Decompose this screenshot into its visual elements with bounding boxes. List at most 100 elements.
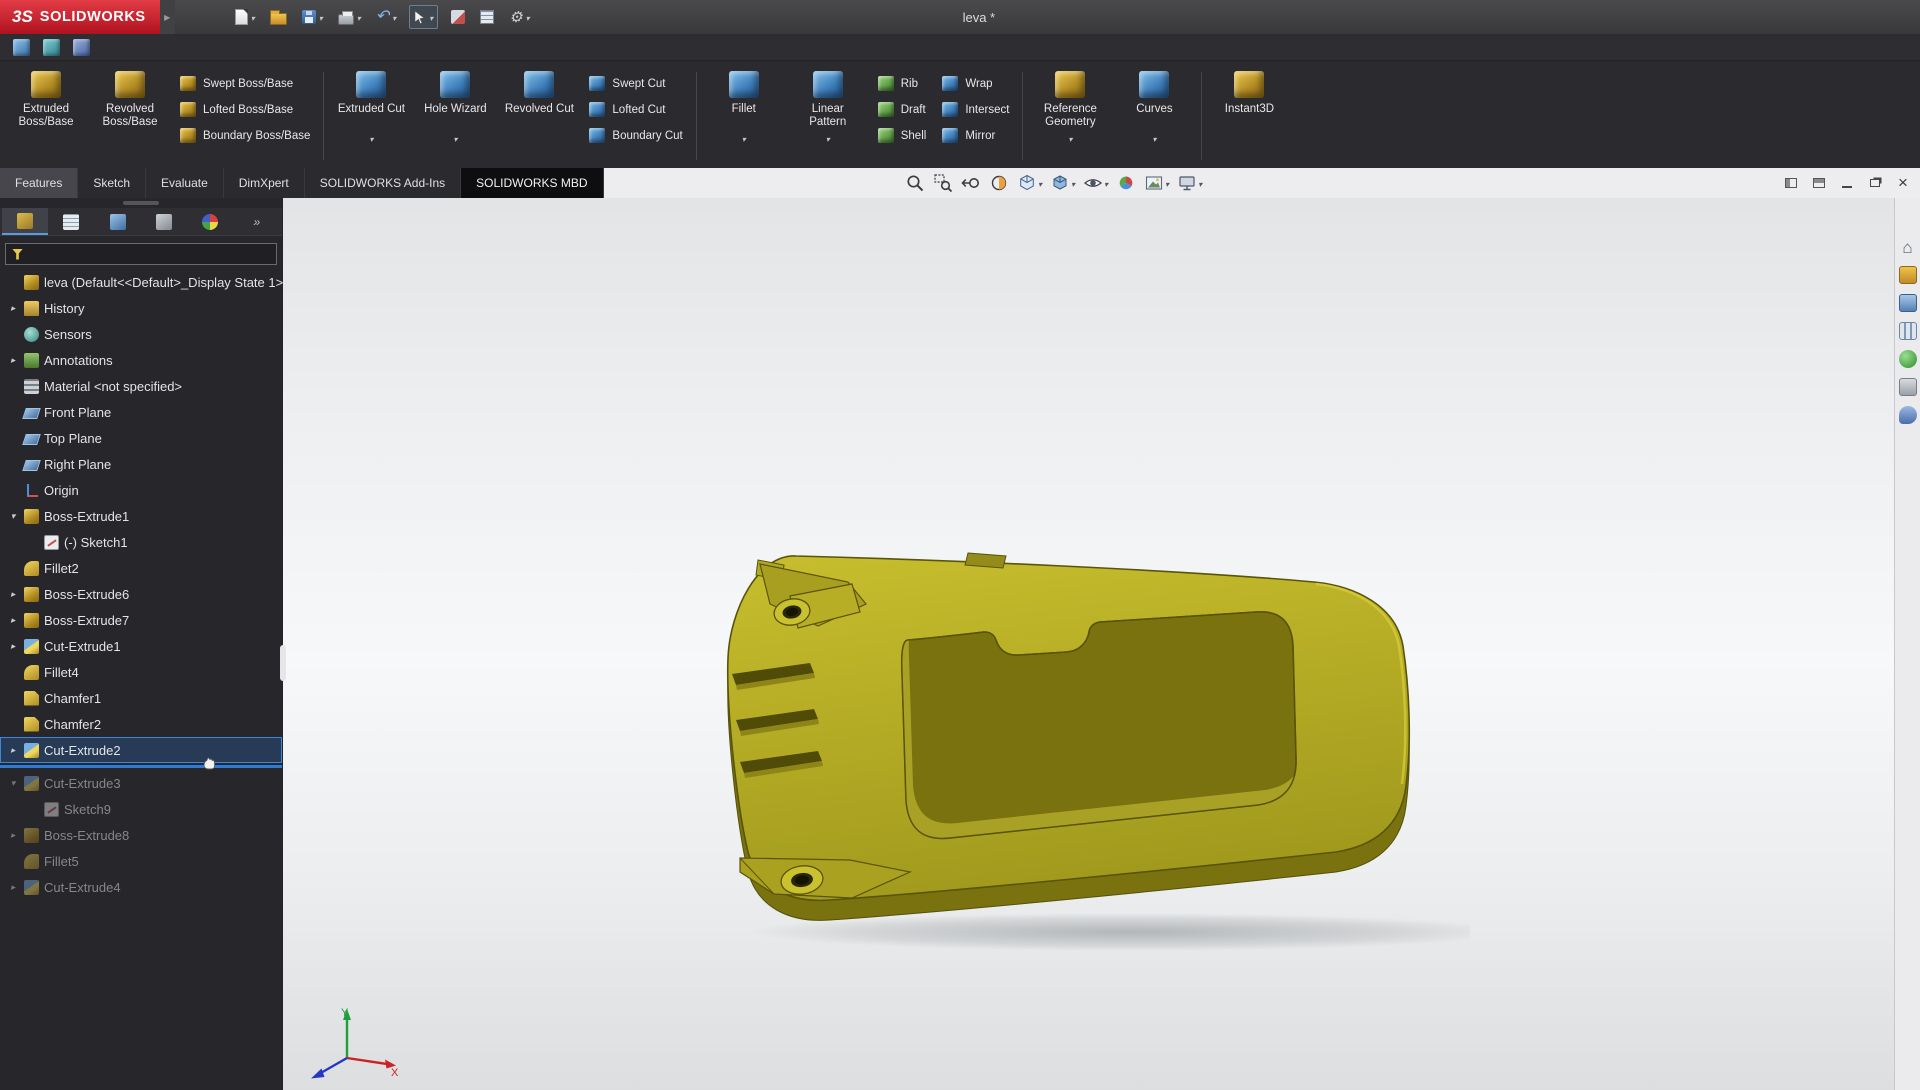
tree-item-boss-extrude6[interactable]: Boss-Extrude6 <box>0 581 282 607</box>
tab-sketch[interactable]: Sketch <box>78 168 147 198</box>
expand-arrow[interactable] <box>7 778 19 789</box>
save-button[interactable] <box>300 5 325 29</box>
hole-wizard-button[interactable]: Hole Wizard <box>413 64 497 168</box>
open-button[interactable] <box>268 5 289 29</box>
tree-item-boss-extrude8[interactable]: Boss-Extrude8 <box>0 822 282 848</box>
chevron-down-icon[interactable] <box>826 129 830 139</box>
tree-item-chamfer1[interactable]: Chamfer1 <box>0 685 282 711</box>
tree-item-boss-extrude1[interactable]: Boss-Extrude1 <box>0 503 282 529</box>
tree-item-origin[interactable]: Origin <box>0 477 282 503</box>
tree-filter-input[interactable] <box>5 243 277 265</box>
tree-item-right-plane[interactable]: Right Plane <box>0 451 282 477</box>
view-orientation-button[interactable] <box>1017 173 1042 193</box>
design-table-button[interactable] <box>478 5 496 29</box>
revolved-cut-button[interactable]: Revolved Cut <box>497 64 581 168</box>
tab-property-manager[interactable] <box>48 208 94 235</box>
tree-item-chamfer2[interactable]: Chamfer2 <box>0 711 282 737</box>
expand-arrow[interactable] <box>7 303 19 314</box>
swept-boss-base-button[interactable]: Swept Boss/Base <box>180 72 310 95</box>
swept-cut-button[interactable]: Swept Cut <box>589 72 682 95</box>
expand-arrow[interactable] <box>7 615 19 626</box>
wrap-button[interactable]: Wrap <box>942 72 1009 95</box>
shell-button[interactable]: Shell <box>877 124 926 147</box>
expand-arrow[interactable] <box>7 745 19 756</box>
chevron-down-icon[interactable] <box>1068 129 1072 139</box>
tree-item-cut-extrude2[interactable]: Cut-Extrude2 <box>0 737 282 763</box>
chevron-down-icon[interactable] <box>453 129 457 139</box>
panel-resize-grip[interactable] <box>123 201 159 205</box>
custom-properties-icon[interactable] <box>1898 378 1917 396</box>
tree-item-material[interactable]: Material <not specified> <box>0 373 282 399</box>
graphics-viewport[interactable]: Y X <box>283 198 1894 1090</box>
panel-splitter-handle[interactable] <box>280 645 286 681</box>
print-button[interactable] <box>336 5 363 29</box>
lofted-boss-base-button[interactable]: Lofted Boss/Base <box>180 98 310 121</box>
design-library-icon[interactable] <box>1898 266 1917 284</box>
solidworks-forum-icon[interactable] <box>1898 406 1917 424</box>
menu-expand-icon[interactable] <box>159 0 175 34</box>
undo-button[interactable] <box>374 5 398 29</box>
tab-dimxpert[interactable]: DimXpert <box>224 168 305 198</box>
tab-features[interactable]: Features <box>0 168 79 198</box>
expand-arrow[interactable] <box>7 355 19 366</box>
instant3d-button[interactable]: Instant3D <box>1207 64 1291 168</box>
view-palette-icon[interactable] <box>1898 322 1917 340</box>
chevron-down-icon[interactable] <box>1038 174 1042 192</box>
file-explorer-icon[interactable] <box>1898 294 1917 312</box>
chevron-down-icon[interactable] <box>1071 174 1075 192</box>
collapse-pane-button[interactable] <box>1782 174 1800 192</box>
quick-toolbar-icon-3[interactable] <box>73 38 90 56</box>
file-properties-button[interactable] <box>449 5 467 29</box>
rib-button[interactable]: Rib <box>877 72 927 95</box>
hide-show-items-button[interactable] <box>1083 173 1108 193</box>
linear-pattern-button[interactable]: Linear Pattern <box>786 64 870 168</box>
rollback-bar[interactable] <box>0 757 282 770</box>
extruded-cut-button[interactable]: Extruded Cut <box>329 64 413 168</box>
tree-item-sketch9[interactable]: Sketch9 <box>0 796 282 822</box>
boundary-boss-base-button[interactable]: Boundary Boss/Base <box>180 124 310 147</box>
chevron-down-icon[interactable] <box>1165 174 1169 192</box>
tab-evaluate[interactable]: Evaluate <box>146 168 224 198</box>
tree-item-sensors[interactable]: Sensors <box>0 321 282 347</box>
solidworks-resources-icon[interactable] <box>1899 238 1917 256</box>
select-tool-button[interactable] <box>409 5 439 29</box>
apply-scene-button[interactable] <box>1144 173 1169 193</box>
revolved-boss-base-button[interactable]: Revolved Boss/Base <box>88 64 172 168</box>
expand-arrow[interactable] <box>7 830 19 841</box>
tree-item-sketch1[interactable]: (-) Sketch1 <box>0 529 282 555</box>
restore-document-button[interactable] <box>1866 174 1884 192</box>
curves-button[interactable]: Curves <box>1112 64 1196 168</box>
intersect-button[interactable]: Intersect <box>942 98 1009 121</box>
lofted-cut-button[interactable]: Lofted Cut <box>589 98 682 121</box>
draft-button[interactable]: Draft <box>877 98 927 121</box>
tree-item-front-plane[interactable]: Front Plane <box>0 399 282 425</box>
tab-solidworks-mbd[interactable]: SOLIDWORKS MBD <box>461 168 604 198</box>
zoom-to-fit-button[interactable] <box>905 173 925 193</box>
minimize-document-button[interactable] <box>1838 174 1856 192</box>
appearances-scenes-icon[interactable] <box>1898 350 1917 368</box>
quick-toolbar-icon-2[interactable] <box>43 38 60 56</box>
panel-tabs-overflow[interactable] <box>234 208 280 235</box>
tab-configuration-manager[interactable] <box>95 208 141 235</box>
display-style-button[interactable] <box>1050 173 1075 193</box>
tab-dimxpert-manager[interactable] <box>141 208 187 235</box>
tree-item-history[interactable]: History <box>0 295 282 321</box>
tree-item-top-plane[interactable]: Top Plane <box>0 425 282 451</box>
quick-toolbar-icon-1[interactable] <box>13 38 30 56</box>
expand-arrow[interactable] <box>7 589 19 600</box>
fillet-button[interactable]: Fillet <box>702 64 786 168</box>
tree-item-cut-extrude3[interactable]: Cut-Extrude3 <box>0 770 282 796</box>
tab-solidworks-add-ins[interactable]: SOLIDWORKS Add-Ins <box>305 168 462 198</box>
view-settings-button[interactable] <box>1177 173 1202 193</box>
expand-arrow[interactable] <box>7 882 19 893</box>
mirror-button[interactable]: Mirror <box>942 124 1009 147</box>
tree-item-boss-extrude7[interactable]: Boss-Extrude7 <box>0 607 282 633</box>
chevron-down-icon[interactable] <box>1152 129 1156 139</box>
tab-featuremanager-tree[interactable] <box>2 208 49 235</box>
chevron-down-icon[interactable] <box>369 129 373 139</box>
expand-arrow[interactable] <box>7 511 19 522</box>
boundary-cut-button[interactable]: Boundary Cut <box>589 124 683 147</box>
reference-geometry-button[interactable]: Reference Geometry <box>1028 64 1112 168</box>
chevron-down-icon[interactable] <box>1198 174 1202 192</box>
previous-view-button[interactable] <box>961 173 981 193</box>
